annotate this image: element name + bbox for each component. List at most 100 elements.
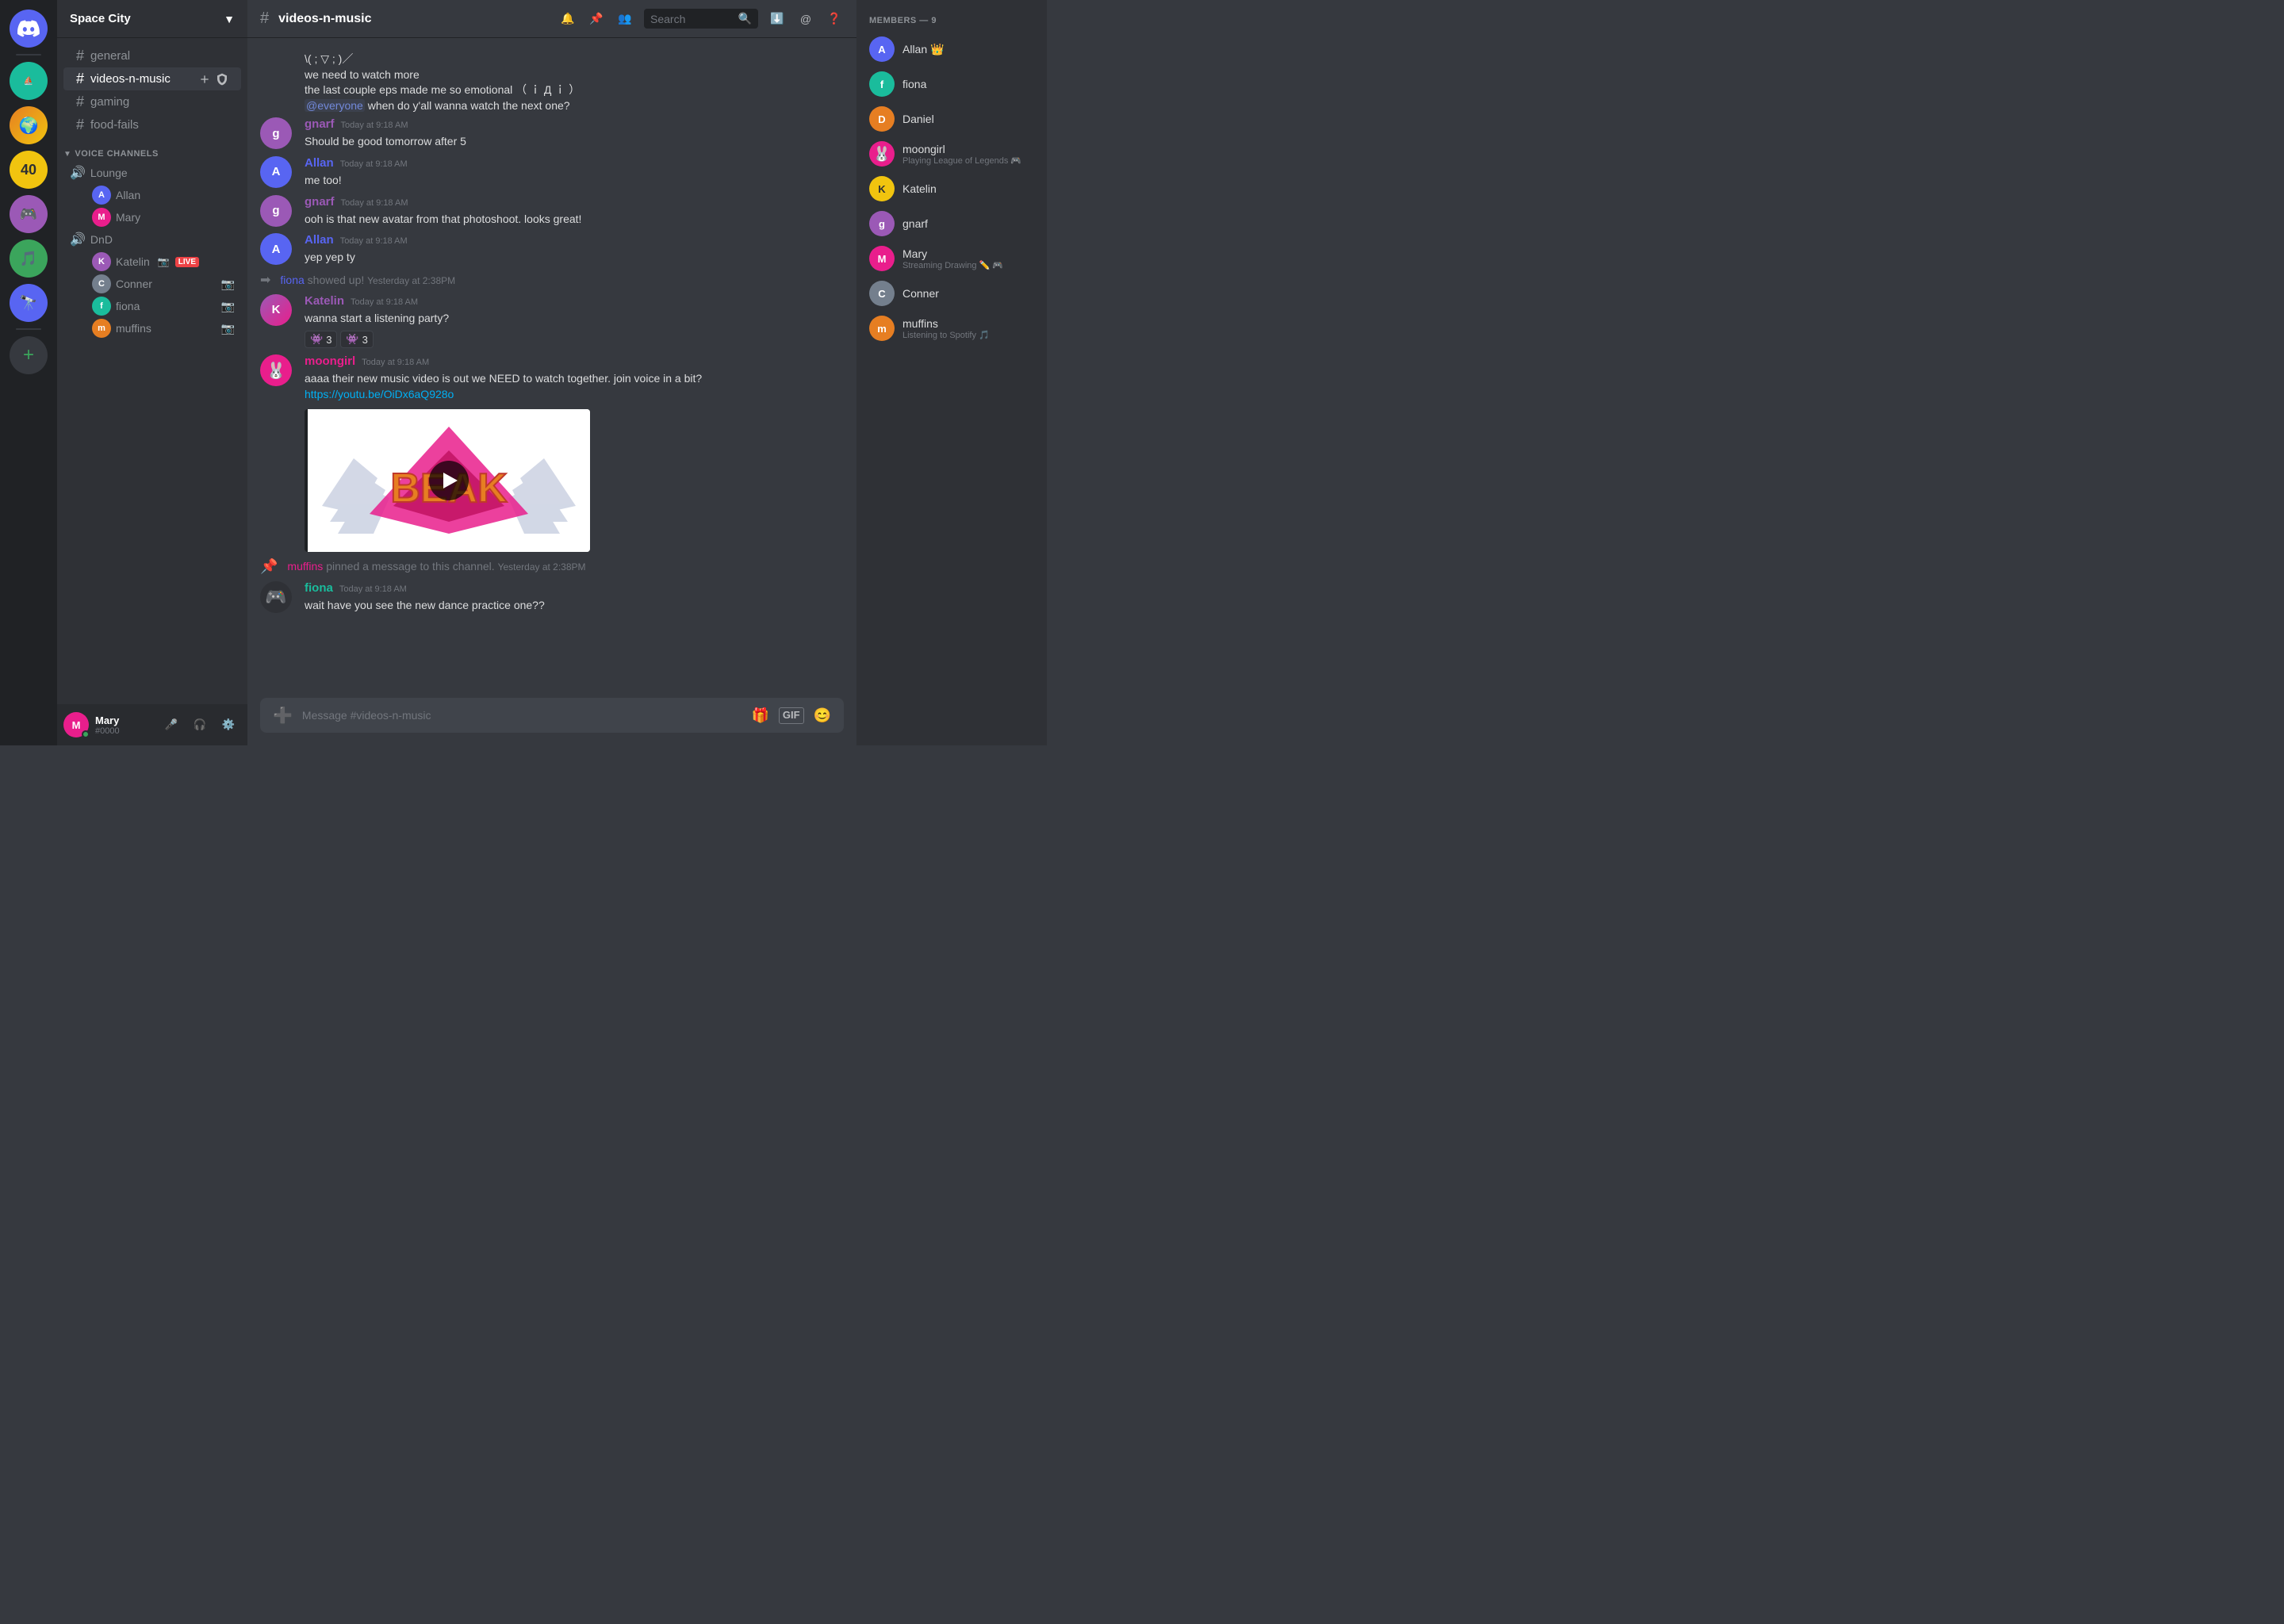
- message-input[interactable]: Message #videos-n-music: [302, 700, 742, 730]
- server-icon-6[interactable]: 🔭: [10, 284, 48, 322]
- channel-item-gaming[interactable]: # gaming: [63, 90, 241, 113]
- author-allan-1[interactable]: Allan: [305, 156, 334, 170]
- member-name-conner: Conner: [902, 287, 1034, 300]
- download-icon[interactable]: ⬇️: [768, 10, 787, 29]
- gift-icon[interactable]: 🎁: [751, 707, 768, 724]
- reaction-1[interactable]: 👾 3: [305, 331, 337, 348]
- voice-channel-lounge[interactable]: 🔊 Lounge: [57, 162, 247, 184]
- member-item-gnarf[interactable]: g gnarf: [863, 206, 1040, 241]
- server-header[interactable]: Space City ▼: [57, 0, 247, 38]
- pin-action: pinned a message to this channel.: [326, 560, 497, 573]
- voice-user-conner[interactable]: C Conner 📷: [63, 273, 241, 295]
- author-gnarf-2[interactable]: gnarf: [305, 195, 335, 209]
- gif-button[interactable]: GIF: [779, 707, 804, 724]
- avatar-allan-2: A: [260, 233, 292, 265]
- pin-user[interactable]: muffins: [287, 560, 323, 573]
- channel-header-hash: #: [260, 10, 269, 28]
- member-avatar-mary-members: M: [869, 246, 895, 271]
- server-icon-5[interactable]: 🎵: [10, 239, 48, 278]
- avatar-gnarf-2: g: [260, 195, 292, 227]
- pin-icon[interactable]: 📌: [587, 10, 606, 29]
- members-header: MEMBERS — 9: [863, 13, 1040, 32]
- system-user-fiona[interactable]: fiona: [280, 274, 304, 286]
- message-group-katelin: K Katelin Today at 9:18 AM wanna start a…: [247, 291, 856, 352]
- voice-user-fiona[interactable]: f fiona 📷: [63, 295, 241, 317]
- author-allan-2[interactable]: Allan: [305, 233, 334, 247]
- mute-button[interactable]: 🎤: [159, 712, 184, 737]
- search-placeholder: Search: [650, 13, 735, 25]
- add-file-button[interactable]: ➕: [273, 706, 293, 726]
- channel-item-videos-n-music[interactable]: # videos-n-music: [63, 67, 241, 90]
- member-item-daniel[interactable]: D Daniel: [863, 102, 1040, 136]
- avatar-katelin: K: [260, 294, 292, 326]
- member-item-muffins[interactable]: m muffins Listening to Spotify 🎵: [863, 311, 1040, 346]
- system-message-fiona: ➡ fiona showed up! Yesterday at 2:38PM: [247, 269, 856, 291]
- server-icon-2[interactable]: 🌍: [10, 106, 48, 144]
- author-fiona[interactable]: fiona: [305, 581, 333, 595]
- voice-user-katelin[interactable]: K Katelin 📷 LIVE: [63, 251, 241, 273]
- add-member-icon[interactable]: [198, 73, 211, 86]
- reaction-2[interactable]: 👾 3: [340, 331, 373, 348]
- play-button[interactable]: [429, 461, 469, 500]
- help-icon[interactable]: ❓: [825, 10, 844, 29]
- member-info-daniel: Daniel: [902, 113, 1034, 125]
- search-icon: 🔍: [738, 12, 752, 25]
- member-item-conner[interactable]: C Conner: [863, 276, 1040, 311]
- channel-sidebar: Space City ▼ # general # videos-n-music …: [57, 0, 247, 745]
- voice-user-mary[interactable]: M Mary: [63, 206, 241, 228]
- deafen-button[interactable]: 🎧: [187, 712, 213, 737]
- member-info-allan: Allan 👑: [902, 43, 1034, 56]
- member-item-moongirl[interactable]: 🐰 moongirl Playing League of Legends 🎮: [863, 136, 1040, 171]
- voice-user-muffins[interactable]: m muffins 📷: [63, 317, 241, 339]
- server-icon-1[interactable]: ⛵: [10, 62, 48, 100]
- member-item-mary[interactable]: M Mary Streaming Drawing ✏️ 🎮: [863, 241, 1040, 276]
- hash-icon-active: #: [76, 71, 84, 87]
- emoji-button[interactable]: 😊: [814, 707, 831, 724]
- timestamp-allan-1: Today at 9:18 AM: [340, 159, 408, 169]
- member-item-fiona[interactable]: f fiona: [863, 67, 1040, 102]
- at-icon[interactable]: @: [796, 10, 815, 29]
- member-avatar-muffins-members: m: [869, 316, 895, 341]
- avatar-allan: A: [260, 156, 292, 188]
- member-avatar-daniel: D: [869, 106, 895, 132]
- member-name-mary: Mary: [902, 247, 1034, 260]
- speaker-icon: 🔊: [70, 165, 86, 181]
- settings-button[interactable]: ⚙️: [216, 712, 241, 737]
- member-avatar-gnarf: g: [869, 211, 895, 236]
- channel-item-general[interactable]: # general: [63, 44, 241, 67]
- voice-channel-dnd[interactable]: 🔊 DnD: [57, 228, 247, 251]
- bell-icon[interactable]: 🔔: [558, 10, 577, 29]
- message-text-fiona: wait have you see the new dance practice…: [305, 598, 844, 614]
- home-button[interactable]: [10, 10, 48, 48]
- add-server-button[interactable]: +: [10, 336, 48, 374]
- author-katelin[interactable]: Katelin: [305, 294, 344, 308]
- server-icon-3[interactable]: 40: [10, 151, 48, 189]
- avatar-fiona: 🎮: [260, 581, 292, 613]
- members-icon[interactable]: 👥: [615, 10, 634, 29]
- member-avatar-allan: A: [869, 36, 895, 62]
- channel-name-general: general: [90, 49, 130, 63]
- settings-icon[interactable]: [216, 73, 228, 86]
- reaction-count-2: 3: [362, 334, 368, 346]
- channel-header: # videos-n-music 🔔 📌 👥 Search 🔍 ⬇️ @ ❓: [247, 0, 856, 38]
- member-info-katelin: Katelin: [902, 182, 1034, 195]
- server-icon-4[interactable]: 🎮: [10, 195, 48, 233]
- member-status-moongirl: Playing League of Legends 🎮: [902, 155, 1034, 166]
- youtube-link[interactable]: https://youtu.be/OiDx6aQ928o: [305, 388, 454, 400]
- voice-section-header[interactable]: ▼ VOICE CHANNELS: [57, 136, 247, 162]
- message-text-katelin: wanna start a listening party?: [305, 311, 844, 327]
- input-actions: 🎁 GIF 😊: [751, 707, 831, 724]
- search-bar[interactable]: Search 🔍: [644, 9, 758, 29]
- member-item-allan[interactable]: A Allan 👑: [863, 32, 1040, 67]
- channel-item-food-fails[interactable]: # food-fails: [63, 113, 241, 136]
- dnd-label: DnD: [90, 233, 113, 246]
- camera-icon-katelin: 📷: [158, 256, 170, 267]
- member-info-mary: Mary Streaming Drawing ✏️ 🎮: [902, 247, 1034, 270]
- user-panel: M Mary #0000 🎤 🎧 ⚙️: [57, 704, 247, 745]
- author-moongirl[interactable]: moongirl: [305, 354, 355, 368]
- voice-user-name-mary: Mary: [116, 211, 140, 224]
- video-thumbnail[interactable]: BEAK: [308, 409, 590, 552]
- voice-user-allan[interactable]: A Allan: [63, 184, 241, 206]
- author-gnarf[interactable]: gnarf: [305, 117, 335, 131]
- member-item-katelin[interactable]: K Katelin: [863, 171, 1040, 206]
